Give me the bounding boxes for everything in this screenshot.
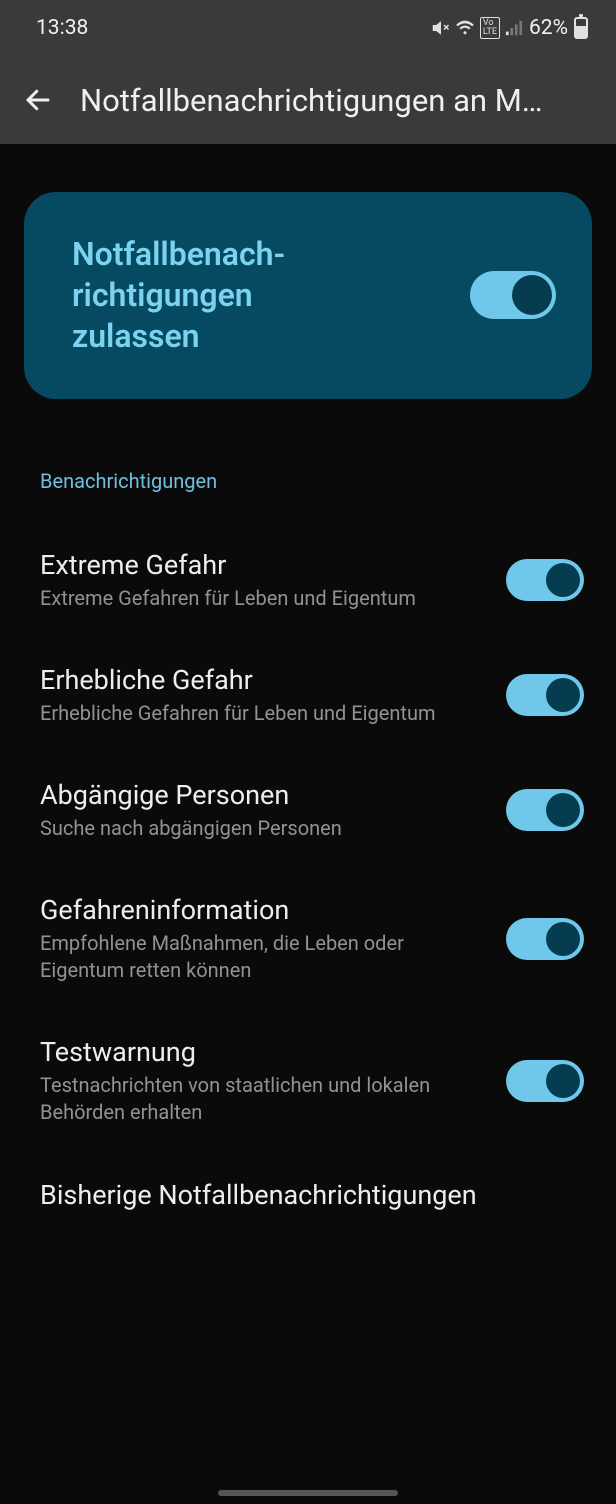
setting-text: Extreme Gefahr Extreme Gefahren für Lebe… <box>40 549 482 612</box>
setting-title: Erhebliche Gefahr <box>40 664 482 696</box>
setting-title: Abgängige Personen <box>40 779 482 811</box>
app-bar: Notfallbenachrichtigungen an M… <box>0 56 616 144</box>
setting-text: Testwarnung Testnachrichten von staatlic… <box>40 1036 482 1126</box>
nav-handle[interactable] <box>218 1490 398 1496</box>
toggle-testwarnung[interactable] <box>506 1060 584 1102</box>
content: Notfallbenach-richtigungen zulassen Bena… <box>0 144 616 1243</box>
setting-subtitle: Extreme Gefahren für Leben und Eigentum <box>40 585 482 612</box>
toggle-erhebliche-gefahr[interactable] <box>506 674 584 716</box>
setting-text: Erhebliche Gefahr Erhebliche Gefahren fü… <box>40 664 482 727</box>
toggle-abgaengige-personen[interactable] <box>506 789 584 831</box>
setting-erhebliche-gefahr[interactable]: Erhebliche Gefahr Erhebliche Gefahren fü… <box>24 638 592 753</box>
mute-icon <box>432 19 450 37</box>
setting-history[interactable]: Bisherige Notfallbenachrichtigungen <box>24 1152 592 1243</box>
setting-gefahreninformation[interactable]: Gefahreninformation Empfohlene Maßnahmen… <box>24 868 592 1010</box>
setting-subtitle: Empfohlene Maßnahmen, die Leben oder Eig… <box>40 930 482 984</box>
toggle-extreme-gefahr[interactable] <box>506 559 584 601</box>
status-right: VoLTE 62% <box>432 16 588 40</box>
master-toggle-label: Notfallbenach-richtigungen zulassen <box>72 234 342 357</box>
status-icons: VoLTE <box>432 17 523 39</box>
signal-icon <box>505 20 523 36</box>
setting-testwarnung[interactable]: Testwarnung Testnachrichten von staatlic… <box>24 1010 592 1152</box>
arrow-left-icon <box>23 85 53 115</box>
master-toggle[interactable] <box>470 271 556 319</box>
page-title: Notfallbenachrichtigungen an M… <box>80 82 602 119</box>
master-toggle-card[interactable]: Notfallbenach-richtigungen zulassen <box>24 192 592 399</box>
battery-icon <box>574 17 588 39</box>
setting-title: Extreme Gefahr <box>40 549 482 581</box>
setting-text: Gefahreninformation Empfohlene Maßnahmen… <box>40 894 482 984</box>
setting-title: Bisherige Notfallbenachrichtigungen <box>40 1178 584 1213</box>
setting-extreme-gefahr[interactable]: Extreme Gefahr Extreme Gefahren für Lebe… <box>24 523 592 638</box>
battery-percent: 62% <box>529 16 568 40</box>
setting-text: Bisherige Notfallbenachrichtigungen <box>40 1178 584 1217</box>
back-button[interactable] <box>14 76 62 124</box>
status-bar: 13:38 VoLTE <box>0 0 616 56</box>
setting-title: Testwarnung <box>40 1036 482 1068</box>
section-label: Benachrichtigungen <box>40 469 592 493</box>
setting-subtitle: Testnachrichten von staatlichen und loka… <box>40 1072 482 1126</box>
status-time: 13:38 <box>36 16 88 40</box>
setting-abgaengige-personen[interactable]: Abgängige Personen Suche nach abgängigen… <box>24 753 592 868</box>
toggle-gefahreninformation[interactable] <box>506 918 584 960</box>
setting-text: Abgängige Personen Suche nach abgängigen… <box>40 779 482 842</box>
setting-subtitle: Erhebliche Gefahren für Leben und Eigent… <box>40 700 482 727</box>
wifi-icon <box>455 20 475 36</box>
volte-icon: VoLTE <box>480 17 500 39</box>
setting-title: Gefahreninformation <box>40 894 482 926</box>
setting-subtitle: Suche nach abgängigen Personen <box>40 815 482 842</box>
